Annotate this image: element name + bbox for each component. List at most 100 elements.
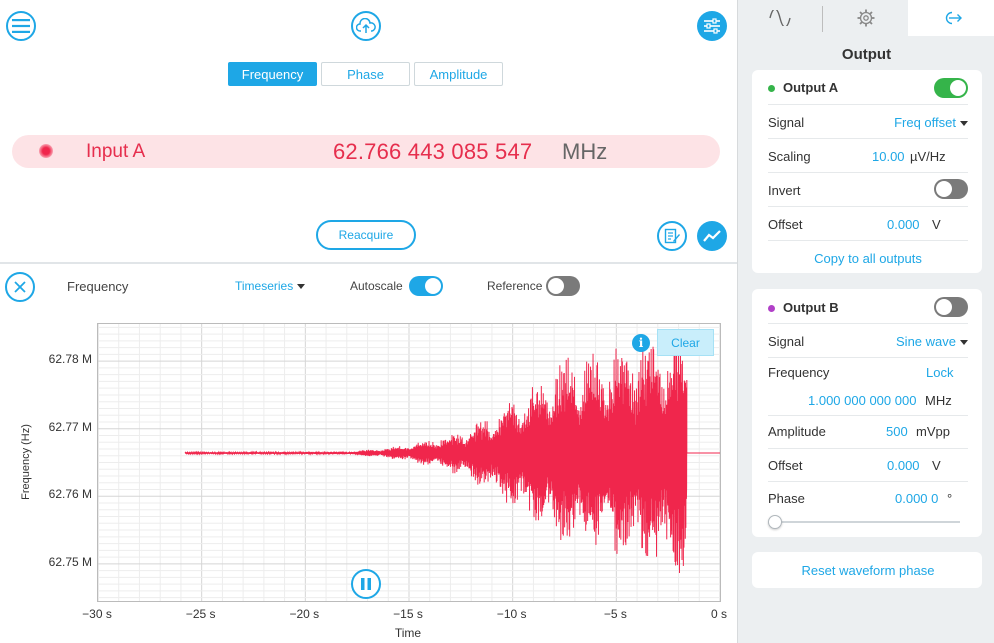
frequency-lock-button[interactable]: Lock: [926, 365, 953, 380]
x-tick-label: 0 s: [710, 607, 728, 621]
phase-input[interactable]: 0.000 0: [895, 491, 938, 506]
reset-waveform-phase-button[interactable]: Reset waveform phase: [768, 563, 968, 578]
amplitude-input[interactable]: 500: [886, 424, 908, 439]
chevron-down-icon: [960, 340, 968, 346]
output-arrow-icon: [945, 11, 962, 25]
tab-waveform[interactable]: [738, 0, 822, 36]
sidebar-title: Output: [841, 46, 892, 63]
toggle-knob: [950, 80, 966, 96]
amplitude-label: Amplitude: [768, 424, 826, 439]
reset-phase-card: Reset waveform phase: [752, 552, 982, 588]
output-b-status-dot: [768, 305, 775, 313]
row-divider: [768, 357, 968, 358]
amplitude-unit: mVpp: [916, 424, 950, 439]
plot-title: Frequency: [67, 279, 129, 294]
edit-notes-icon: [664, 228, 680, 244]
y-tick-label: 62.76 M: [48, 487, 92, 502]
phase-slider-handle[interactable]: [768, 515, 782, 529]
signal-label: Signal: [768, 115, 805, 130]
offset-input[interactable]: 0.000: [887, 458, 920, 473]
output-a-card: Output A Signal Freq offset Scaling 10.0…: [752, 70, 982, 273]
output-b-signal-row: Signal Sine wave: [768, 334, 968, 349]
row-divider: [768, 240, 968, 241]
invert-toggle[interactable]: [934, 179, 968, 199]
settings-sliders-button[interactable]: [697, 11, 727, 41]
notes-button[interactable]: [657, 221, 687, 251]
tab-output[interactable]: [908, 0, 994, 36]
y-axis-label: Frequency (Hz): [20, 424, 32, 500]
pause-button[interactable]: [351, 569, 381, 599]
line-chart-icon: [703, 230, 721, 242]
scaling-input[interactable]: 10.00: [872, 149, 905, 164]
chevron-down-icon: [960, 121, 968, 127]
main-pane: Frequency Phase Amplitude Input A 62.766…: [0, 0, 737, 643]
output-b-title: Output B: [783, 300, 839, 315]
close-plot-button[interactable]: [5, 272, 35, 302]
chart-toggle-button[interactable]: [697, 221, 727, 251]
toggle-knob: [936, 181, 952, 197]
input-readout: Input A 62.766 443 085 547 MHz: [12, 135, 720, 168]
chevron-down-icon: [297, 284, 306, 290]
output-a-title: Output A: [783, 80, 839, 95]
offset-input[interactable]: 0.000: [887, 217, 920, 232]
row-divider: [768, 448, 968, 449]
tab-settings[interactable]: [823, 0, 908, 36]
input-status-dot: [39, 144, 53, 158]
output-a-enable-toggle[interactable]: [934, 78, 968, 98]
output-b-signal-dropdown[interactable]: Sine wave: [896, 334, 968, 349]
output-a-offset-row: Offset 0.000 V: [768, 217, 968, 232]
output-a-signal-dropdown[interactable]: Freq offset: [894, 115, 968, 130]
phase-label: Phase: [768, 491, 805, 506]
x-tick-label: −10 s: [496, 607, 527, 621]
output-a-status-dot: [768, 85, 775, 93]
x-tick-label: −5 s: [603, 607, 627, 621]
autoscale-toggle[interactable]: [409, 276, 443, 296]
toggle-knob: [936, 299, 952, 315]
row-divider: [768, 481, 968, 482]
output-b-phase-row: Phase 0.000 0 °: [768, 491, 968, 506]
input-frequency-unit: MHz: [562, 139, 608, 164]
frequency-input[interactable]: 1.000 000 000 000: [808, 393, 916, 408]
toggle-knob: [425, 278, 441, 294]
cloud-upload-button[interactable]: [351, 11, 381, 41]
phase-unit: °: [947, 491, 953, 506]
input-frequency-value: 62.766 443 085 547: [333, 139, 533, 164]
input-name: Input A: [86, 141, 146, 162]
copy-to-all-outputs-link[interactable]: Copy to all outputs: [768, 251, 968, 266]
info-icon[interactable]: i: [632, 334, 650, 352]
sidebar-tabs: [738, 0, 994, 36]
sine-wave-icon: [769, 10, 791, 26]
menu-button[interactable]: [6, 11, 36, 41]
offset-label: Offset: [768, 458, 803, 473]
output-b-enable-toggle[interactable]: [934, 297, 968, 317]
tab-frequency[interactable]: Frequency: [228, 62, 317, 86]
row-divider: [768, 172, 968, 173]
tab-phase[interactable]: Phase: [321, 62, 410, 86]
x-tick-label: −20 s: [289, 607, 320, 621]
view-mode-dropdown[interactable]: Timeseries: [235, 279, 306, 293]
view-mode-value: Timeseries: [235, 279, 294, 293]
tab-amplitude[interactable]: Amplitude: [414, 62, 503, 86]
x-tick-label: −30 s: [82, 607, 112, 621]
y-tick-label: 62.75 M: [48, 554, 92, 569]
row-divider: [768, 323, 968, 324]
cloud-upload-icon: [356, 18, 376, 33]
clear-button[interactable]: Clear: [657, 329, 714, 356]
gear-icon: [857, 9, 874, 27]
signal-value: Sine wave: [896, 334, 956, 349]
scaling-unit: µV/Hz: [910, 149, 946, 164]
reference-toggle[interactable]: [546, 276, 580, 296]
phase-slider-track[interactable]: [774, 521, 960, 523]
x-tick-label: −15 s: [393, 607, 423, 621]
plot-canvas: [98, 324, 720, 601]
offset-unit: V: [932, 217, 941, 232]
autoscale-label: Autoscale: [350, 279, 403, 293]
reference-label: Reference: [487, 279, 543, 293]
reacquire-button[interactable]: Reacquire: [316, 220, 416, 250]
output-b-card: Output B Signal Sine wave Frequency Lock…: [752, 289, 982, 537]
pane-divider: [0, 262, 737, 264]
row-divider: [768, 104, 968, 105]
frequency-plot[interactable]: [97, 323, 721, 602]
row-divider: [768, 415, 968, 416]
x-axis-label: Time: [394, 626, 422, 640]
